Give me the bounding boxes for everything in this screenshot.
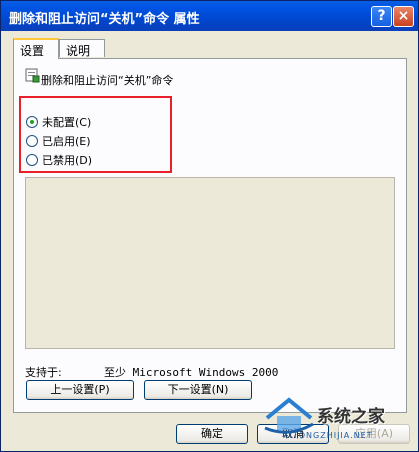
close-button[interactable]: × [393,6,414,27]
properties-dialog: 删除和阻止访问“关机”命令 属性 ? × 设置 说明 删除和阻止访问“关机”命令… [0,0,419,452]
tab-settings[interactable]: 设置 [13,38,59,59]
ok-button[interactable]: 确定 [176,424,248,444]
house-logo-icon [264,397,314,434]
watermark-url: XITONGZHIJIA.NET [283,431,373,440]
watermark-text: 系统之家 [317,407,385,427]
support-value: 至少 Microsoft Windows 2000 [104,366,279,379]
support-label: 支持于: [25,366,62,379]
setting-title: 删除和阻止访问“关机”命令 [41,74,174,87]
policy-icon [25,68,40,83]
title-bar[interactable]: 删除和阻止访问“关机”命令 属性 ? × [1,1,418,31]
next-setting-button[interactable]: 下一设置(N) [144,380,252,400]
help-button[interactable]: ? [371,6,392,27]
tab-explain[interactable]: 说明 [59,39,105,58]
watermark: 系统之家 XITONGZHIJIA.NET [259,392,419,450]
prev-setting-button[interactable]: 上一设置(P) [26,380,134,400]
window-title: 删除和阻止访问“关机”命令 属性 [9,12,200,27]
options-area [25,177,395,349]
highlight-box [19,96,172,173]
